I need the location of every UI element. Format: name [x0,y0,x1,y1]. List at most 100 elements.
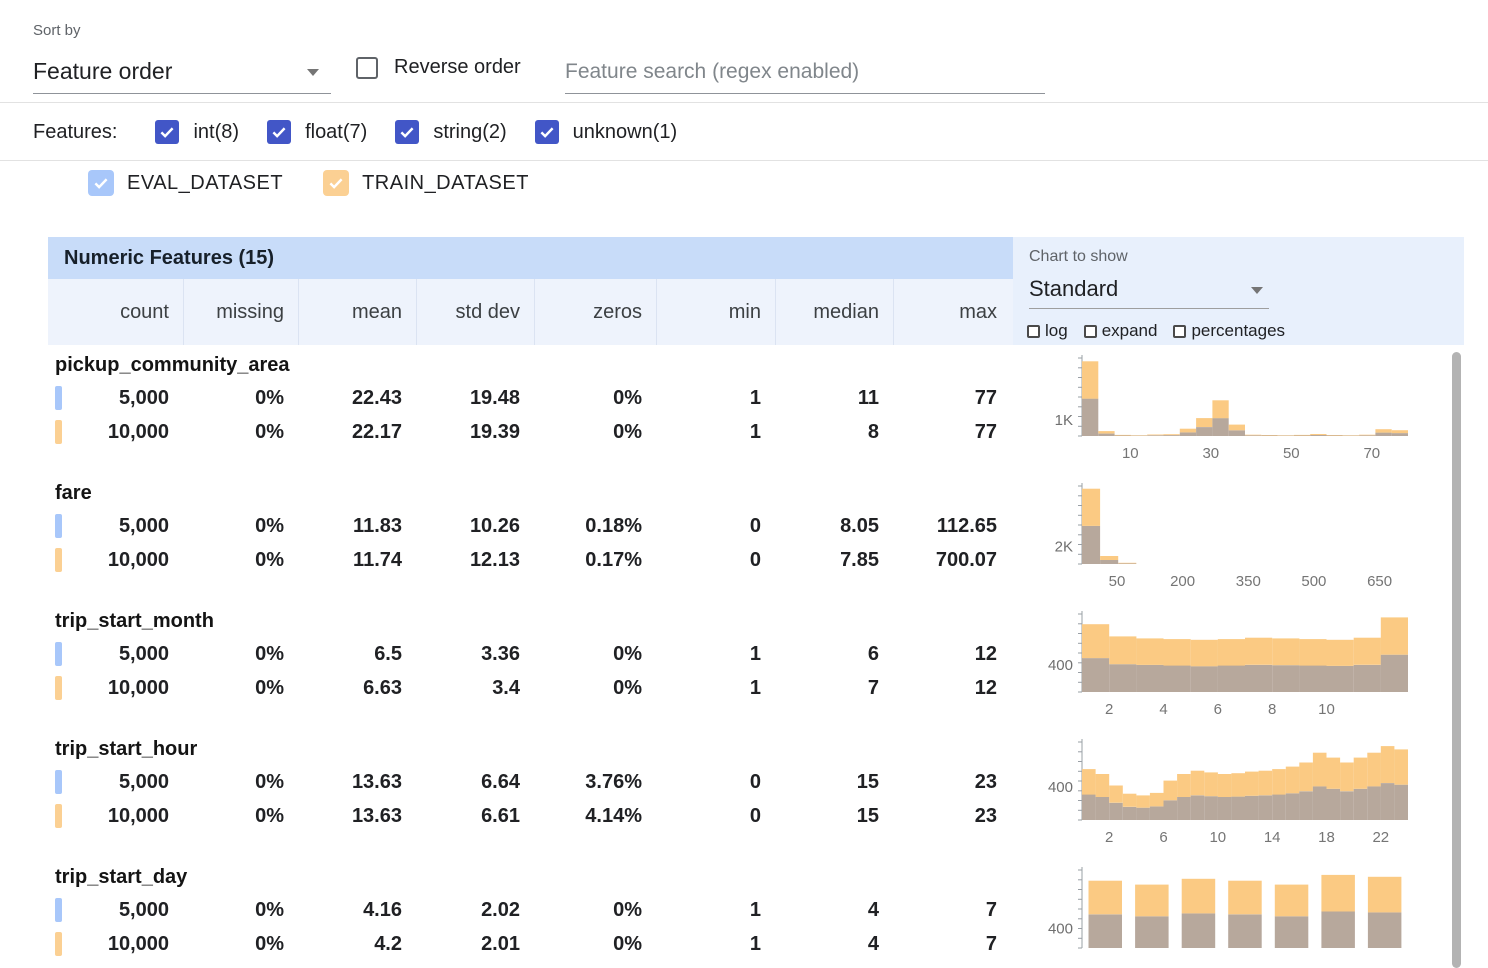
stat-missing: 0% [183,800,298,832]
dataset-label: TRAIN_DATASET [362,172,529,195]
feature-search-input[interactable] [565,50,1045,94]
svg-text:500: 500 [1301,573,1326,590]
svg-text:70: 70 [1363,445,1380,462]
stat-median: 6 [775,638,893,670]
stat-min: 0 [656,766,775,798]
checkbox-checked-icon[interactable] [535,120,559,144]
dataset-label: EVAL_DATASET [127,172,283,195]
train-dataset-swatch [55,932,62,956]
vertical-scrollbar[interactable] [1452,352,1461,968]
svg-text:4: 4 [1159,701,1167,718]
svg-text:18: 18 [1318,829,1335,846]
svg-text:22: 22 [1372,829,1389,846]
stat-min: 1 [656,672,775,704]
stat-count: 10,000 [48,544,183,576]
stat-mean: 11.74 [298,544,416,576]
chart-option-percentages[interactable]: percentages [1173,321,1285,341]
stat-mean: 4.2 [298,928,416,960]
stat-count: 5,000 [48,382,183,414]
feature-type-filter-string[interactable]: string(2) [395,120,506,144]
stat-min: 1 [656,638,775,670]
feature-block-trip_start_day: trip_start_day5,0000%4.162.020%14710,000… [0,864,1488,968]
svg-text:10: 10 [1122,445,1139,462]
stat-mean: 13.63 [298,766,416,798]
eval-dataset-swatch [55,898,62,922]
stat-max: 12 [893,638,1011,670]
check-icon [538,123,556,141]
stats-row-train: 10,0000%22.1719.390%1877 [48,416,1013,448]
svg-text:50: 50 [1109,573,1126,590]
stat-zeros: 3.76% [534,766,656,798]
stat-max: 700.07 [893,544,1011,576]
stat-mean: 6.5 [298,638,416,670]
stat-max: 77 [893,382,1011,414]
eval-dataset-swatch [55,642,62,666]
reverse-order-control[interactable]: Reverse order [356,56,521,79]
checkbox-checked-icon[interactable] [88,170,114,196]
histogram-trip_start_hour: 4002610141822 [1030,736,1412,858]
feature-block-trip_start_hour: trip_start_hour5,0000%13.636.643.76%0152… [0,736,1488,864]
chart-option-log[interactable]: log [1027,321,1068,341]
stat-count: 5,000 [48,510,183,542]
train-dataset-swatch [55,420,62,444]
svg-text:6: 6 [1159,829,1167,846]
reverse-order-checkbox[interactable] [356,57,378,79]
column-header-count: count [48,279,183,345]
histogram-fare: 2K50200350500650 [1030,480,1412,602]
stat-count: 5,000 [48,766,183,798]
stat-mean: 22.43 [298,382,416,414]
svg-text:200: 200 [1170,573,1195,590]
feature-type-label: unknown(1) [573,121,678,144]
feature-type-filter-int[interactable]: int(8) [155,120,239,144]
feature-type-filter-unknown[interactable]: unknown(1) [535,120,678,144]
stat-zeros: 0.17% [534,544,656,576]
dataset-toggle-train[interactable]: TRAIN_DATASET [323,170,529,196]
eval-dataset-swatch [55,386,62,410]
stat-max: 12 [893,672,1011,704]
check-icon [398,123,416,141]
checkbox-checked-icon[interactable] [395,120,419,144]
stat-count: 5,000 [48,894,183,926]
feature-type-label: string(2) [433,121,506,144]
feature-name: fare [55,482,92,505]
stat-missing: 0% [183,510,298,542]
svg-text:10: 10 [1318,701,1335,718]
features-filter-label: Features: [33,121,117,144]
checkbox-checked-icon[interactable] [267,120,291,144]
stats-row-eval: 5,0000%4.162.020%147 [48,894,1013,926]
checkbox-checked-icon[interactable] [155,120,179,144]
stat-min: 1 [656,382,775,414]
stat-mean: 11.83 [298,510,416,542]
feature-type-filter-float[interactable]: float(7) [267,120,367,144]
stat-zeros: 0% [534,672,656,704]
chart-option-expand[interactable]: expand [1084,321,1158,341]
stat-count: 5,000 [48,638,183,670]
dataset-toggle-eval[interactable]: EVAL_DATASET [88,170,283,196]
stat-count: 10,000 [48,672,183,704]
svg-text:2: 2 [1105,829,1113,846]
stat-zeros: 0% [534,638,656,670]
checkbox-unchecked-icon[interactable] [1084,325,1097,338]
stat-median: 4 [775,894,893,926]
column-header-min: min [656,279,775,345]
column-header-std-dev: std dev [416,279,534,345]
feature-name: pickup_community_area [55,354,290,377]
stat-max: 77 [893,416,1011,448]
chart-type-dropdown[interactable]: Standard [1029,271,1269,309]
feature-name: trip_start_month [55,610,214,633]
chart-option-label: log [1045,321,1068,341]
stat-mean: 4.16 [298,894,416,926]
stat-min: 1 [656,928,775,960]
checkbox-unchecked-icon[interactable] [1027,325,1040,338]
stats-row-eval: 5,0000%11.8310.260.18%08.05112.65 [48,510,1013,542]
chart-controls-panel: Chart to show Standard logexpandpercenta… [1013,237,1464,345]
svg-text:2: 2 [1105,701,1113,718]
sort-by-dropdown[interactable]: Feature order [33,50,331,94]
feature-block-trip_start_month: trip_start_month5,0000%6.53.360%161210,0… [0,608,1488,736]
checkbox-checked-icon[interactable] [323,170,349,196]
feature-block-fare: fare 5,0000%11.8310.260.18%08.05112.6510,… [0,480,1488,608]
stat-max: 23 [893,800,1011,832]
checkbox-unchecked-icon[interactable] [1173,325,1186,338]
feature-name: trip_start_day [55,866,187,889]
dataset-legend: EVAL_DATASET TRAIN_DATASET [88,170,529,196]
